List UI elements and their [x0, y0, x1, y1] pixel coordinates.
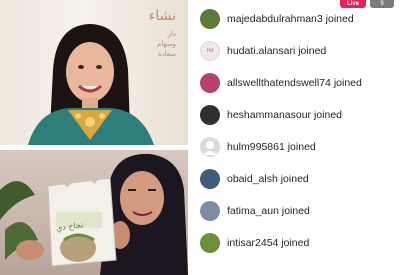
- comment-text: hudati.alansari joined: [227, 45, 326, 57]
- comment-text: intisar2454 joined: [227, 237, 309, 249]
- comment-text: obaid_alsh joined: [227, 173, 309, 185]
- product-box: نجاح دي: [40, 172, 120, 267]
- user-avatar[interactable]: [200, 9, 220, 29]
- default-avatar-icon: [203, 141, 217, 155]
- live-comments-panel: Live 9 majedabdulrahman3 joined Hd hudat…: [190, 0, 400, 275]
- comment-action: joined: [287, 141, 316, 153]
- comment-text: hulm995861 joined: [227, 141, 316, 153]
- comment-action: joined: [280, 173, 309, 185]
- comment-row: heshammanasour joined: [200, 102, 342, 128]
- comment-text: fatima_aun joined: [227, 205, 310, 217]
- comment-action: joined: [298, 45, 327, 57]
- comment-username[interactable]: obaid_alsh: [227, 173, 278, 185]
- user-avatar[interactable]: [200, 105, 220, 125]
- comment-action: joined: [281, 205, 310, 217]
- comment-row: obaid_alsh joined: [200, 166, 309, 192]
- user-avatar[interactable]: [200, 169, 220, 189]
- user-avatar[interactable]: [200, 233, 220, 253]
- comment-text: allswellthatendswell74 joined: [227, 77, 362, 89]
- live-video-area: نشاء دار وسهام سعادة نجاح دي: [0, 0, 190, 275]
- comment-row: hulm995861 joined: [200, 134, 316, 160]
- comment-action: joined: [281, 237, 310, 249]
- comment-action: joined: [333, 77, 362, 89]
- comment-row: majedabdulrahman3 joined: [200, 6, 354, 32]
- host-video: نشاء دار وسهام سعادة: [0, 0, 188, 145]
- user-avatar[interactable]: [200, 73, 220, 93]
- user-avatar[interactable]: [200, 201, 220, 221]
- comment-action: joined: [325, 13, 354, 25]
- comment-action: joined: [313, 109, 342, 121]
- user-avatar[interactable]: Hd: [200, 41, 220, 61]
- guest-video: نجاح دي: [0, 150, 188, 275]
- user-avatar[interactable]: [200, 137, 220, 157]
- viewer-count-badge[interactable]: 9: [370, 0, 394, 8]
- comment-row: fatima_aun joined: [200, 198, 310, 224]
- comment-username[interactable]: hudati.alansari: [227, 45, 295, 57]
- comment-text: majedabdulrahman3 joined: [227, 13, 354, 25]
- comment-username[interactable]: intisar2454: [227, 237, 278, 249]
- comment-username[interactable]: heshammanasour: [227, 109, 311, 121]
- comment-row: Hd hudati.alansari joined: [200, 38, 326, 64]
- comment-username[interactable]: fatima_aun: [227, 205, 279, 217]
- comment-row: intisar2454 joined: [200, 230, 309, 256]
- comment-username[interactable]: hulm995861: [227, 141, 285, 153]
- comment-username[interactable]: allswellthatendswell74: [227, 77, 331, 89]
- comment-username[interactable]: majedabdulrahman3: [227, 13, 323, 25]
- comment-text: heshammanasour joined: [227, 109, 342, 121]
- comment-row: allswellthatendswell74 joined: [200, 70, 362, 96]
